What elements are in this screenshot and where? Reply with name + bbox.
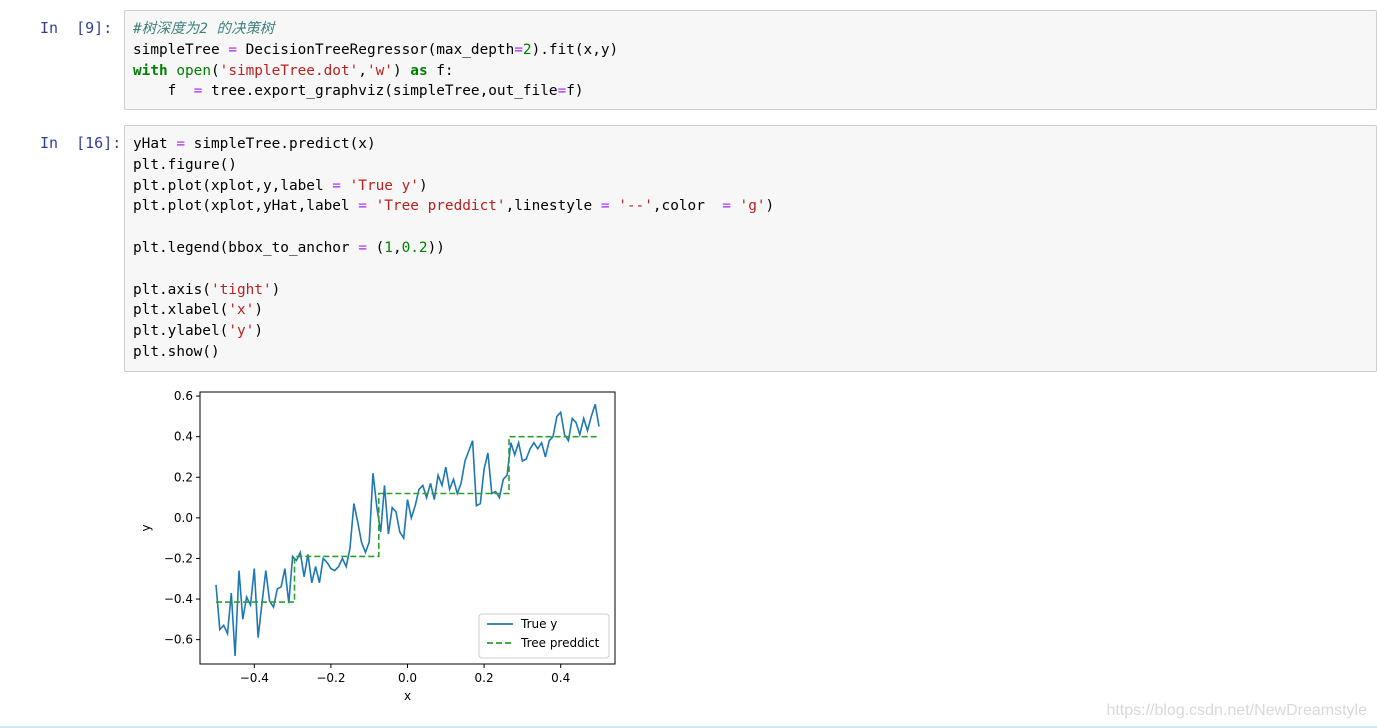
code-token: 2 [522, 41, 532, 58]
code-token: simpleTree [133, 41, 229, 58]
code-token: 'tight' [210, 281, 272, 298]
code-editor[interactable]: yHat = simpleTree.predict(x) plt.figure()… [124, 125, 1377, 372]
code-token: ) [254, 302, 263, 319]
code-token: = [332, 177, 341, 194]
code-token: ) [254, 323, 263, 340]
code-token: plt.figure() [133, 156, 237, 173]
x-axis-label: x [404, 689, 411, 703]
code-token: 'True y' [349, 177, 419, 194]
code-token: ) [392, 62, 411, 79]
code-token: = [600, 198, 610, 215]
code-token: = [358, 239, 367, 256]
code-token: yHat [133, 136, 177, 152]
x-tick-label: 0.0 [398, 671, 417, 685]
legend-label: Tree preddict [520, 636, 600, 650]
y-tick-label: 0.0 [174, 511, 193, 525]
output-plot: −0.4 −0.2 0.0 0.2 0.4 −0.6 −0.4 −0.2 0.0 0.2 0.4 0.… [130, 378, 630, 708]
code-token: ,color [652, 198, 723, 215]
code-token: 'simpleTree.dot' [219, 62, 359, 79]
line-chart: −0.4 −0.2 0.0 0.2 0.4 −0.6 −0.4 −0.2 0.0 0.2 0.4 0.… [139, 389, 616, 703]
code-token: f: [427, 62, 454, 79]
x-tick-label: 0.4 [551, 671, 570, 685]
code-token: DecisionTreeRegressor(max_depth [236, 41, 515, 58]
code-text[interactable]: #树深度为2 的决策树 simpleTree = DecisionTreeRegr… [133, 19, 1368, 102]
code-token: plt.xlabel( [133, 302, 229, 319]
code-token: simpleTree.predict(x) [185, 136, 376, 152]
code-token: tree.export_graphviz(simpleTree,out_file [202, 83, 558, 100]
code-token: 'x' [228, 302, 255, 319]
legend-label: True y [520, 617, 557, 631]
code-token: ) [418, 177, 428, 194]
code-line: plt.plot(xplot,y,label = 'True y') [133, 176, 1368, 197]
code-token: ) [765, 198, 775, 215]
y-tick-label: 0.2 [174, 470, 193, 484]
code-token: plt.plot(xplot,yHat,label [133, 198, 359, 215]
code-token: = [514, 41, 523, 58]
code-token: with [133, 62, 168, 79]
x-tick-label: 0.2 [475, 671, 494, 685]
code-line: simpleTree = DecisionTreeRegressor(max_d… [133, 40, 1368, 61]
code-token: = [176, 136, 185, 152]
y-tick-label: −0.2 [164, 551, 193, 565]
watermark: https://blog.csdn.net/NewDreamstyle [1106, 702, 1367, 719]
code-token: plt.legend(bbox_to_anchor [133, 239, 359, 256]
code-text[interactable]: yHat = simpleTree.predict(x) plt.figure()… [133, 134, 1368, 363]
y-axis-label: y [139, 524, 153, 531]
cell-prompt: In [9]: [40, 19, 113, 37]
code-line: plt.legend(bbox_to_anchor = (1,0.2)) [133, 238, 1368, 259]
code-token: = [228, 41, 237, 58]
code-token: ( [210, 62, 220, 79]
x-tick-label: −0.2 [316, 671, 345, 685]
code-token: = [722, 198, 731, 215]
code-token: 0.2 [401, 239, 428, 256]
code-token: plt.ylabel( [133, 323, 229, 340]
code-token: )) [427, 239, 445, 256]
code-token: ,linestyle [505, 198, 601, 215]
code-editor[interactable]: #树深度为2 的决策树 simpleTree = DecisionTreeRegr… [124, 10, 1377, 110]
code-token: = [358, 198, 367, 215]
code-token: #树深度为2 的决策树 [133, 21, 275, 37]
code-token: as [410, 62, 428, 79]
code-token: '--' [618, 198, 653, 215]
code-token: 'y' [228, 323, 255, 340]
y-tick-label: −0.4 [164, 592, 193, 606]
code-token: 'Tree preddict' [375, 198, 506, 215]
code-line: plt.xlabel('x') [133, 300, 1368, 321]
code-token: ) [271, 281, 281, 298]
code-line: plt.show() [133, 342, 1368, 363]
code-token: 1 [384, 239, 393, 256]
x-tick-label: −0.4 [240, 671, 269, 685]
code-token: , [392, 239, 402, 256]
y-tick-label: −0.6 [164, 633, 193, 647]
code-token: open [176, 62, 211, 79]
code-line: #树深度为2 的决策树 [133, 19, 1368, 40]
code-line: with open('simpleTree.dot','w') as f: [133, 61, 1368, 82]
code-token: f) [566, 83, 584, 100]
code-token: = [557, 83, 567, 100]
code-token: ( [366, 239, 385, 256]
code-line: plt.ylabel('y') [133, 321, 1368, 342]
code-line: plt.figure() [133, 155, 1368, 176]
code-token: ).fit(x,y) [531, 41, 619, 58]
y-tick-label: 0.6 [174, 389, 193, 403]
code-token: plt.show() [133, 343, 220, 360]
code-token: plt.axis( [133, 281, 211, 298]
code-token: f [133, 83, 194, 100]
code-token: , [358, 62, 367, 79]
code-line: plt.axis('tight') [133, 280, 1368, 301]
code-line: plt.plot(xplot,yHat,label = 'Tree preddi… [133, 196, 1368, 217]
cell-prompt: In [16]: [40, 134, 122, 152]
code-token: 'g' [739, 198, 766, 215]
code-line: yHat = simpleTree.predict(x) [133, 134, 1368, 155]
code-line: f = tree.export_graphviz(simpleTree,out_… [133, 81, 1368, 102]
code-token: 'w' [366, 62, 393, 79]
code-token: plt.plot(xplot,y,label [133, 177, 333, 194]
y-tick-label: 0.4 [174, 430, 193, 444]
